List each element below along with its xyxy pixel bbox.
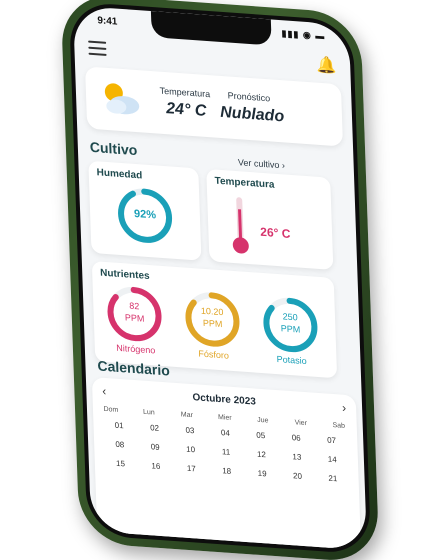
phone-frame: 9:41 ▮▮▮ ◉ ▬ 🔔 Temperatura 24° C Pronóst… (60, 0, 380, 560)
calendar-day[interactable]: 04 (208, 427, 244, 439)
calendar-day[interactable]: 15 (103, 458, 139, 470)
temperature-label: Temperatura (159, 85, 211, 100)
calendar-grid: 01 02 03 04 05 06 07 08 09 10 11 12 13 14 15 16 17 18 19 20… (101, 420, 350, 485)
weekday-label: Vier (294, 419, 308, 428)
calendar-day[interactable]: 12 (244, 449, 280, 461)
calendar-day[interactable]: 16 (138, 460, 174, 472)
temperatura-value: 26° C (260, 224, 291, 241)
next-month-arrow-icon[interactable]: › (342, 401, 346, 415)
calendar-day[interactable]: 18 (209, 465, 245, 477)
calendar-day[interactable]: 08 (102, 439, 138, 451)
calendar-day[interactable]: 03 (172, 425, 208, 437)
calendar-day[interactable]: 06 (278, 432, 314, 444)
nutrientes-title: Nutrientes (100, 267, 150, 283)
app-screen: 9:41 ▮▮▮ ◉ ▬ 🔔 Temperatura 24° C Pronóst… (72, 5, 368, 551)
forecast-value: Nublado (219, 103, 285, 126)
notification-bell-icon[interactable]: 🔔 (316, 55, 337, 76)
calendar-day[interactable]: 20 (280, 470, 316, 482)
weekday-label: Mier (217, 413, 232, 422)
nutriente-0: 82 PPM Nitrógeno (98, 281, 171, 364)
status-time: 9:41 (97, 15, 118, 28)
nutriente-2: 250 PPM Potasio (254, 292, 327, 375)
weekday-label: Mar (180, 411, 194, 420)
calendar-day[interactable]: 14 (314, 454, 350, 466)
calendar-day[interactable]: 19 (244, 468, 280, 480)
phone-bezel: 9:41 ▮▮▮ ◉ ▬ 🔔 Temperatura 24° C Pronóst… (68, 1, 372, 555)
nutriente-1: 10.20 PPM Fósforo (176, 287, 249, 370)
weekday-label: Jue (257, 416, 269, 425)
calendar-day[interactable]: 10 (173, 444, 209, 456)
calendar-day[interactable]: 01 (101, 420, 137, 432)
weekday-label: Sab (332, 421, 346, 430)
stage: 9:41 ▮▮▮ ◉ ▬ 🔔 Temperatura 24° C Pronóst… (0, 0, 445, 560)
calendar-day[interactable]: 09 (137, 441, 173, 453)
menu-icon[interactable] (88, 40, 107, 56)
humedad-card[interactable]: Humedad 92% (88, 160, 202, 261)
weekday-label: Dom (103, 405, 119, 414)
calendar-day[interactable]: 11 (208, 446, 244, 458)
forecast-label: Pronóstico (227, 90, 271, 104)
humedad-title: Humedad (96, 167, 143, 182)
weekday-label: Lun (142, 408, 155, 417)
humedad-ring: 92% (115, 185, 175, 247)
calendar-day[interactable]: 02 (137, 422, 173, 434)
calendar-day[interactable]: 21 (315, 473, 351, 485)
calendar-day[interactable]: 13 (279, 451, 315, 463)
calendar-day[interactable]: 07 (314, 435, 350, 447)
cultivo-title: Cultivo (89, 138, 138, 159)
thermometer-icon (232, 197, 249, 254)
temperatura-card[interactable]: Temperatura 26° C (206, 168, 334, 270)
partly-cloudy-icon (104, 83, 140, 115)
weather-card: Temperatura 24° C Pronóstico Nublado (85, 66, 344, 147)
signal-wifi-battery-icon: ▮▮▮ ◉ ▬ (281, 28, 326, 42)
calendar-day[interactable]: 17 (173, 463, 209, 475)
calendar-card: ‹ Octubre 2023 › Dom Lun Mar Mier Jue Vier Sab… (91, 377, 362, 551)
temperature-value: 24° C (165, 100, 207, 120)
temperatura-title: Temperatura (214, 175, 275, 191)
calendar-day[interactable]: 05 (243, 430, 279, 442)
ver-cultivo-link[interactable]: Ver cultivo › (238, 157, 285, 170)
